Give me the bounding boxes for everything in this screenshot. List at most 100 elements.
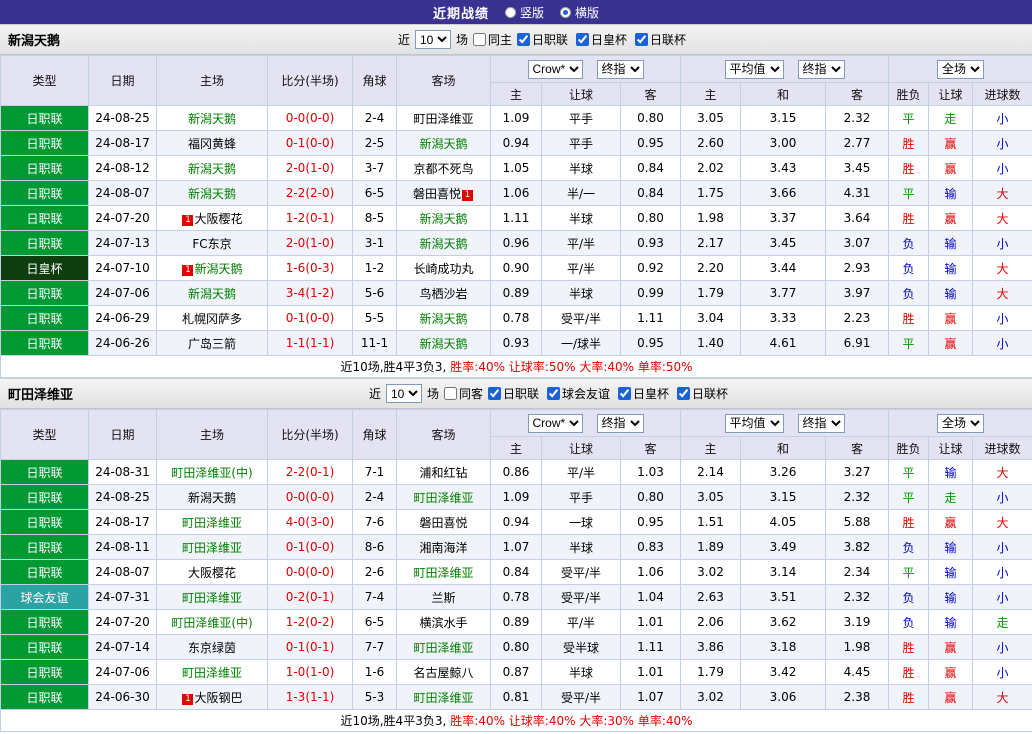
league-checkbox[interactable] [618,387,632,400]
league-checkbox[interactable] [635,33,649,46]
league-checkbox[interactable] [488,387,501,400]
euro-away-odds: 3.64 [825,205,890,231]
league-checkbox[interactable] [547,387,561,400]
league-checkbox[interactable] [576,33,590,46]
league-filter[interactable]: 日联杯 [677,385,728,402]
league-filter[interactable]: 日皇杯 [618,385,669,402]
away-team-name[interactable]: 湘南海洋 [419,541,467,555]
home-team-name[interactable]: 新潟天鹅 [188,162,236,176]
away-team-name[interactable]: 兰斯 [431,591,455,605]
away-team-name[interactable]: 横滨水手 [419,616,467,630]
away-team-name[interactable]: 磐田喜悦 [419,516,467,530]
sub-header-handicap-result: 让球 [928,436,974,460]
bookmaker-select[interactable]: Crow* [527,59,583,79]
layout-option-vertical[interactable]: 竖版 [504,4,544,21]
home-team-name[interactable]: 町田泽维亚 [182,591,242,605]
away-team-name[interactable]: 磐田喜悦 [413,187,461,201]
away-team-name[interactable]: 新潟天鹅 [419,312,467,326]
league-filter[interactable]: 球会友谊 [547,385,610,402]
home-team-name[interactable]: 新潟天鹅 [194,262,242,276]
away-team-name[interactable]: 町田泽维亚 [413,491,473,505]
asian-odds-time-select[interactable]: 终指 [596,59,644,79]
away-team-name[interactable]: 町田泽维亚 [413,641,473,655]
away-team-name[interactable]: 新潟天鹅 [419,137,467,151]
home-team-name[interactable]: 大阪樱花 [188,566,236,580]
asian-home-odds: 0.89 [490,280,542,306]
away-team-cell: 新潟天鹅 [396,205,491,231]
same-away-filter[interactable]: 同客 [443,385,483,402]
home-team-name[interactable]: 札幌冈萨多 [182,312,242,326]
near-count-select[interactable]: 10 [414,30,451,49]
result-handicap: 走 [928,105,974,131]
league-filter[interactable]: 日职联 [488,385,539,402]
bookmaker-select[interactable]: Crow* [527,413,583,433]
home-team-name[interactable]: 福冈黄蜂 [188,137,236,151]
away-team-name[interactable]: 新潟天鹅 [419,212,467,226]
result-handicap: 输 [928,255,974,281]
away-team-name[interactable]: 浦和红钻 [419,466,467,480]
league-filter[interactable]: 日职联 [517,31,568,48]
away-team-name[interactable]: 名古屋鲸八 [413,666,473,680]
home-team-name[interactable]: 町田泽维亚(中) [171,466,252,480]
away-team-name[interactable]: 长崎成功丸 [413,262,473,276]
same-home-checkbox[interactable] [472,33,486,46]
home-team-name[interactable]: 町田泽维亚 [182,516,242,530]
away-team-name[interactable]: 新潟天鹅 [419,237,467,251]
euro-home-odds: 1.98 [680,205,742,231]
result-handicap: 输 [928,559,974,585]
home-team-name[interactable]: 东京绿茵 [188,641,236,655]
away-team-name[interactable]: 京都不死鸟 [413,162,473,176]
euro-odds-time-select[interactable]: 终指 [797,413,845,433]
home-team-name[interactable]: 町田泽维亚 [182,666,242,680]
period-select[interactable]: 全场 [937,59,985,79]
period-select[interactable]: 全场 [937,413,985,433]
same-away-checkbox[interactable] [443,387,457,400]
layout-option-horizontal[interactable]: 横版 [560,4,599,21]
home-team-name[interactable]: FC东京 [192,237,231,251]
home-team-cell: 福冈黄蜂 [156,130,268,156]
euro-source-select[interactable]: 平均值 [724,413,784,433]
euro-home-odds: 3.02 [680,559,742,585]
away-team-name[interactable]: 町田泽维亚 [413,112,473,126]
euro-away-odds: 6.91 [825,330,890,356]
away-team-cell: 浦和红钻 [396,459,491,485]
home-team-name[interactable]: 新潟天鹅 [188,491,236,505]
league-filter[interactable]: 日联杯 [635,31,686,48]
league-filter[interactable]: 日皇杯 [576,31,627,48]
home-team-name[interactable]: 广岛三箭 [188,337,236,351]
home-team-name[interactable]: 大阪钢巴 [194,691,242,705]
handicap-line: 半球 [541,155,621,181]
euro-away-odds: 2.93 [825,255,890,281]
layout-vertical-label: 竖版 [519,5,544,20]
asian-home-odds: 0.94 [490,509,542,535]
away-team-name[interactable]: 町田泽维亚 [413,566,473,580]
same-home-filter[interactable]: 同主 [472,31,512,48]
euro-draw-odds: 3.00 [740,130,827,156]
home-team-name[interactable]: 新潟天鹅 [188,187,236,201]
home-team-name[interactable]: 新潟天鹅 [188,287,236,301]
away-team-name[interactable]: 町田泽维亚 [413,691,473,705]
away-team-cell: 长崎成功丸 [396,255,491,281]
away-team-cell: 兰斯 [396,584,491,610]
home-team-cell: 新潟天鹅 [156,105,268,131]
league-checkbox[interactable] [677,387,691,400]
away-team-name[interactable]: 新潟天鹅 [419,337,467,351]
away-team-name[interactable]: 鸟栖沙岩 [419,287,467,301]
home-team-cell: 东京绿茵 [156,634,268,660]
result-handicap: 赢 [928,130,974,156]
euro-odds-time-select[interactable]: 终指 [797,59,845,79]
league-checkbox[interactable] [517,33,530,46]
away-team-cell: 京都不死鸟 [396,155,491,181]
home-team-cell: 新潟天鹅 [156,484,268,510]
near-count-select[interactable]: 10 [385,384,422,403]
result-handicap: 赢 [928,634,974,660]
home-team-name[interactable]: 大阪樱花 [194,212,242,226]
home-team-cell: FC东京 [156,230,268,256]
result-handicap: 走 [928,484,974,510]
home-team-name[interactable]: 新潟天鹅 [188,112,236,126]
home-team-name[interactable]: 町田泽维亚(中) [171,616,252,630]
euro-source-select[interactable]: 平均值 [724,59,784,79]
asian-odds-time-select[interactable]: 终指 [596,413,644,433]
asian-away-odds: 1.01 [619,659,682,685]
home-team-name[interactable]: 町田泽维亚 [182,541,242,555]
